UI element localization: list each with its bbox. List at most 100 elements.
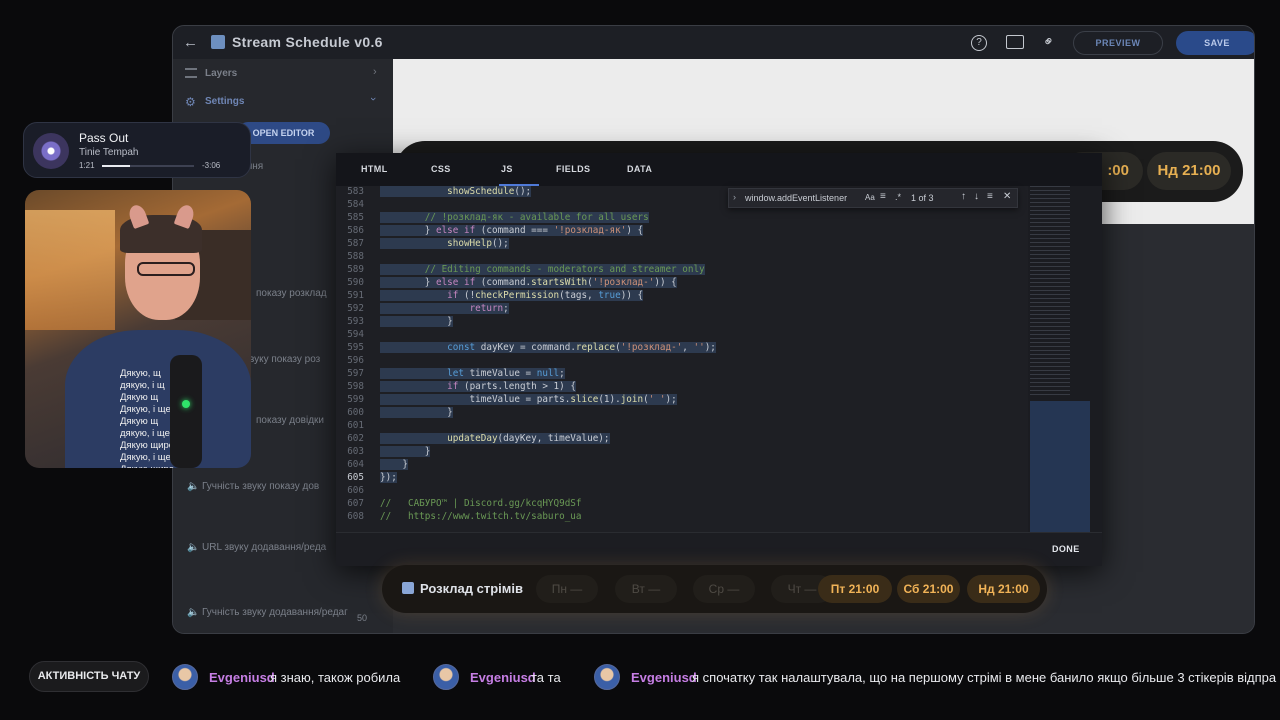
line-number: 586 (347, 225, 364, 236)
code-editor-modal: HTML CSS JS FIELDS DATA 583 showSchedule… (336, 153, 1102, 566)
volume-value: 50 (357, 613, 368, 623)
line-number: 585 (347, 212, 364, 223)
code-line: // https://www.twitch.tv/saburo_ua (380, 511, 582, 522)
song-artist: Tinie Tempah (79, 147, 139, 158)
webcam-overlay: Дякую, щ дякую, і щ Дякую щ Дякую, і ще … (25, 190, 251, 468)
line-number: 598 (347, 381, 364, 392)
line-number: 590 (347, 277, 364, 288)
now-playing-card: Pass Out Tinie Tempah 1:21 -3:06 (23, 122, 251, 178)
code-line: updateDay(dayKey, timeValue); (380, 433, 610, 444)
setting-label: вуку показу роз (249, 354, 321, 365)
code-minimap[interactable] (1028, 186, 1102, 532)
preview-button[interactable]: PREVIEW (1073, 31, 1163, 55)
editor-footer (336, 532, 1102, 566)
line-number: 601 (347, 420, 364, 431)
song-title: Pass Out (79, 131, 129, 145)
close-icon[interactable]: ✕ (1003, 191, 1011, 202)
calendar-icon (402, 582, 414, 594)
chevron-right-icon[interactable]: › (733, 192, 736, 202)
album-art (33, 133, 69, 169)
line-number: 588 (347, 251, 364, 262)
schedule-day-pill: Вт — (615, 575, 677, 603)
code-line: } else if (command === '!розклад-як') { (380, 225, 644, 236)
done-button[interactable]: DONE (1052, 544, 1080, 554)
code-line: } (380, 407, 453, 418)
line-number: 603 (347, 446, 364, 457)
line-number: 596 (347, 355, 364, 366)
save-button[interactable]: SAVE (1176, 31, 1254, 55)
chat-message: я знаю, також робила (270, 670, 401, 685)
setting-label: показу довідки (256, 415, 324, 426)
line-number: 599 (347, 394, 364, 405)
tab-css[interactable]: CSS (431, 164, 451, 174)
cam-window (25, 210, 115, 330)
speaker-icon: 🔈 (187, 542, 200, 553)
tab-js[interactable]: JS (501, 164, 513, 174)
monitor-icon[interactable] (1006, 35, 1024, 49)
editor-tabs: HTML CSS JS FIELDS DATA (336, 153, 1102, 186)
code-line: return; (380, 303, 509, 314)
settings-label[interactable]: Settings (205, 96, 244, 107)
find-input[interactable]: window.addEventListener (745, 193, 847, 203)
code-line: // САБУРО™ | Discord.gg/kcqHYQ9dSf (380, 498, 582, 509)
microphone (170, 355, 202, 468)
line-number: 593 (347, 316, 364, 327)
avatar-glasses (137, 262, 195, 276)
tab-fields[interactable]: FIELDS (556, 164, 590, 174)
code-line: if (!checkPermission(tags, true)) { (380, 290, 644, 301)
elapsed-time: 1:21 (79, 161, 95, 170)
chat-username: Evgeniusd (470, 670, 536, 685)
chat-activity-button[interactable]: АКТИВНІСТЬ ЧАТУ (29, 661, 149, 692)
mic-led (182, 400, 190, 408)
tab-data[interactable]: DATA (627, 164, 652, 174)
line-number: 606 (347, 485, 364, 496)
menu-icon[interactable]: ≡ (987, 191, 993, 202)
setting-label: Гучність звуку додавання/редаг (202, 607, 348, 618)
arrow-up-icon[interactable]: ↑ (961, 191, 966, 202)
code-line: if (parts.length > 1) { (380, 381, 576, 392)
gear-icon: ⚙ (185, 95, 196, 109)
code-area[interactable]: 583 showSchedule(); 584 585 // !розклад-як… (336, 186, 1028, 532)
back-arrow-icon[interactable]: ← (183, 34, 198, 51)
line-number: 591 (347, 290, 364, 301)
tab-html[interactable]: HTML (361, 164, 388, 174)
code-line: let timeValue = null; (380, 368, 565, 379)
chat-message: я спочатку так налаштувала, що на першом… (692, 670, 1277, 685)
code-line: // !розклад-як - available for all users (380, 212, 649, 223)
schedule-day-pill: Пт 21:00 (818, 575, 892, 603)
code-line: } (380, 446, 431, 457)
help-icon[interactable]: ? (971, 35, 987, 51)
minimap-lines (1030, 186, 1070, 396)
code-line: const dayKey = command.replace('!розклад… (380, 342, 716, 353)
link-icon[interactable]: ⚭ (1039, 31, 1059, 51)
line-number: 589 (347, 264, 364, 275)
chevron-right-icon[interactable]: › (373, 66, 377, 78)
match-case-icon[interactable]: Aa (865, 193, 875, 202)
app-title: Stream Schedule v0.6 (232, 34, 383, 50)
match-count: 1 of 3 (911, 193, 934, 203)
line-number: 594 (347, 329, 364, 340)
arrow-down-icon[interactable]: ↓ (974, 191, 979, 202)
app-topbar: ← Stream Schedule v0.6 ? ⚭ PREVIEW SAVE (173, 26, 1254, 59)
code-line: showHelp(); (380, 238, 509, 249)
line-number: 595 (347, 342, 364, 353)
chat-username: Evgeniusd (209, 670, 275, 685)
whole-word-icon[interactable]: ≡ (880, 191, 886, 202)
avatar (594, 664, 620, 690)
regex-icon[interactable]: .* (895, 192, 901, 202)
chat-username: Evgeniusd (631, 670, 697, 685)
line-number: 602 (347, 433, 364, 444)
code-line: } else if (command.startsWith('!розклад-… (380, 277, 677, 288)
setting-label: показу розклад (256, 288, 327, 299)
setting-label: URL звуку додавання/реда (202, 542, 327, 553)
line-number: 607 (347, 498, 364, 509)
avatar (172, 664, 198, 690)
app-icon (211, 35, 225, 49)
chevron-down-icon[interactable]: › (367, 97, 379, 101)
minimap-viewport[interactable] (1030, 401, 1090, 532)
code-line: }); (380, 472, 397, 483)
code-line: } (380, 316, 453, 327)
layers-label[interactable]: Layers (205, 68, 237, 79)
remaining-time: -3:06 (202, 161, 221, 170)
line-number: 605 (347, 472, 364, 483)
